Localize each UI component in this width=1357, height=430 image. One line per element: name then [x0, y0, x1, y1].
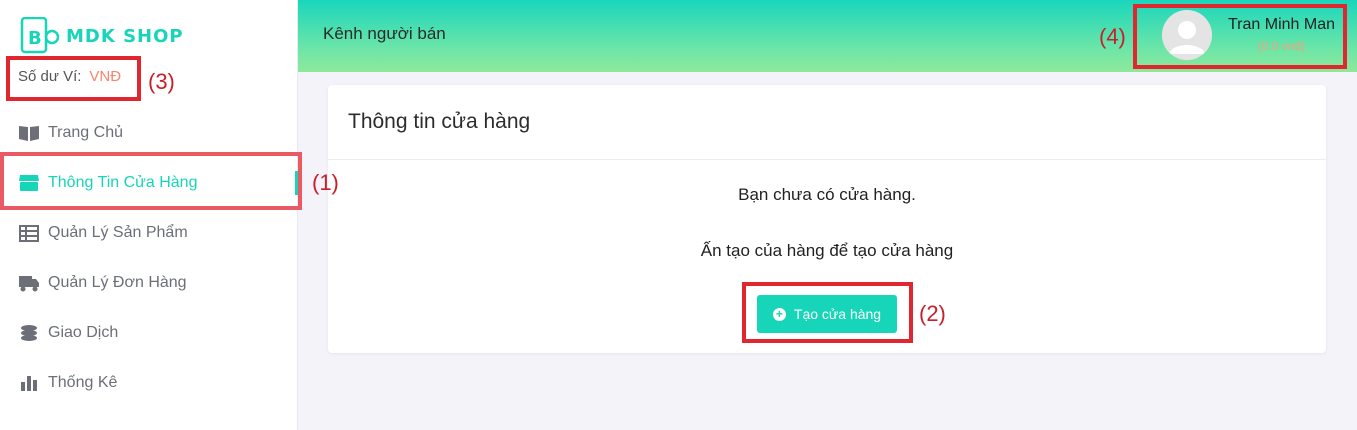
brand-name: MDK SHOP: [66, 25, 184, 47]
sidebar-item-transactions[interactable]: Giao Dịch: [0, 308, 298, 358]
truck-icon: [18, 273, 40, 293]
annotation-box-1: [0, 152, 302, 210]
annotation-label-2: (2): [919, 301, 946, 326]
sidebar-item-label: Thống Kê: [48, 374, 118, 391]
brand-logo: B: [20, 16, 60, 55]
annotation-label-3: (3): [148, 69, 175, 94]
annotation-label-1: (1): [312, 170, 339, 195]
sidebar-item-products[interactable]: Quản Lý Sản Phẩm: [0, 208, 298, 258]
annotation-box-4: [1133, 4, 1347, 69]
coins-icon: [18, 323, 40, 343]
header-title: Kênh người bán: [323, 24, 446, 43]
sidebar-item-label: Quản Lý Sản Phẩm: [48, 224, 188, 241]
sidebar-item-statistics[interactable]: Thống Kê: [0, 358, 298, 408]
no-store-message: Bạn chưa có cửa hàng.: [738, 185, 916, 204]
brand[interactable]: B MDK SHOP: [20, 16, 184, 55]
sidebar-item-home[interactable]: Trang Chủ: [0, 108, 298, 158]
create-store-hint: Ấn tạo của hàng để tạo cửa hàng: [700, 241, 954, 260]
annotation-box-3: [6, 56, 141, 101]
annotation-label-4: (4): [1099, 24, 1126, 49]
table-icon: [18, 223, 40, 243]
sidebar-item-label: Trang Chủ: [48, 124, 123, 141]
annotation-box-2: [742, 282, 913, 343]
bar-chart-icon: [18, 373, 40, 393]
sidebar-item-label: Quản Lý Đơn Hàng: [48, 274, 187, 291]
book-icon: [18, 123, 40, 143]
svg-text:B: B: [28, 28, 42, 49]
sidebar-item-label: Giao Dịch: [48, 324, 119, 341]
sidebar-item-orders[interactable]: Quản Lý Đơn Hàng: [0, 258, 298, 308]
card-header: Thông tin cửa hàng: [328, 85, 1326, 160]
card-title: Thông tin cửa hàng: [348, 110, 531, 133]
